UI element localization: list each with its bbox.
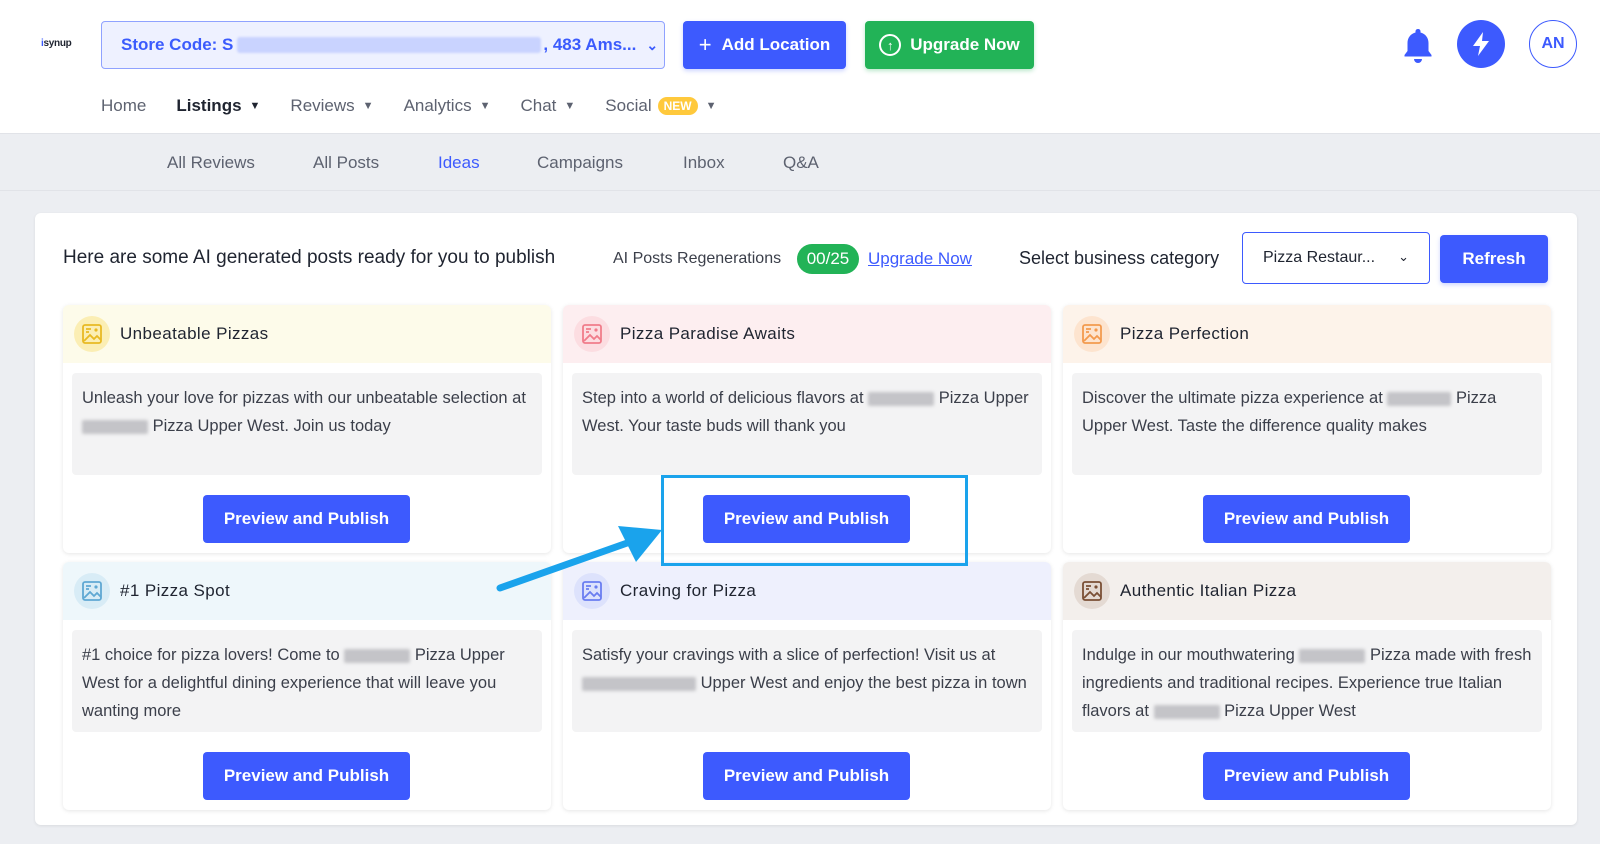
- redacted-business-name: [868, 391, 935, 406]
- image-post-icon: [74, 316, 110, 352]
- card-text-part: #1 choice for pizza lovers! Come to: [82, 646, 345, 664]
- chevron-down-icon: ▼: [362, 100, 374, 112]
- card-body-text: Satisfy your cravings with a slice of pe…: [572, 630, 1042, 732]
- card-text-part: Upper West and enjoy the best pizza in t…: [696, 674, 1027, 692]
- tab-campaigns[interactable]: Campaigns: [537, 153, 623, 173]
- image-post-icon: [574, 316, 610, 352]
- add-location-button[interactable]: + Add Location: [683, 21, 846, 69]
- redacted-business-name: [582, 676, 696, 691]
- regen-count-badge: 00/25: [797, 244, 859, 274]
- preview-and-publish-button[interactable]: Preview and Publish: [1203, 752, 1410, 800]
- redacted-business-name: [1387, 391, 1452, 406]
- upgrade-now-link[interactable]: Upgrade Now: [868, 249, 972, 269]
- tab-ideas[interactable]: Ideas: [438, 153, 480, 173]
- redacted-business-name: [82, 419, 148, 434]
- preview-and-publish-button[interactable]: Preview and Publish: [703, 752, 910, 800]
- card-body-text: Step into a world of delicious flavors a…: [572, 373, 1042, 475]
- post-idea-card: Pizza Perfection Discover the ultimate pi…: [1063, 305, 1551, 553]
- nav-chat[interactable]: Chat ▼: [520, 96, 575, 116]
- regen-label: AI Posts Regenerations: [613, 250, 782, 267]
- post-idea-card: #1 Pizza Spot #1 choice for pizza lovers!…: [63, 562, 551, 810]
- image-post-icon: [74, 573, 110, 609]
- tab-all-reviews[interactable]: All Reviews: [167, 153, 255, 173]
- preview-and-publish-button[interactable]: Preview and Publish: [203, 752, 410, 800]
- redacted-business-name: [1299, 648, 1366, 663]
- post-idea-card: Authentic Italian Pizza Indulge in our mo…: [1063, 562, 1551, 810]
- image-post-icon: [1074, 573, 1110, 609]
- post-idea-card: Unbeatable Pizzas Unleash your love for p…: [63, 305, 551, 553]
- tab-all-posts[interactable]: All Posts: [313, 153, 379, 173]
- card-header: Unbeatable Pizzas: [63, 305, 551, 363]
- synup-logo[interactable]: isynup: [41, 38, 72, 49]
- chevron-down-icon: ▼: [705, 100, 717, 112]
- card-text-part: Satisfy your cravings with a slice of pe…: [582, 646, 996, 664]
- main-nav: Home Listings ▼ Reviews ▼ Analytics ▼ Chat ▼…: [101, 94, 747, 118]
- card-text-part: Pizza Upper West: [1219, 702, 1356, 720]
- refresh-button[interactable]: Refresh: [1440, 235, 1548, 283]
- tab-inbox[interactable]: Inbox: [683, 153, 725, 173]
- chevron-down-icon: ▼: [249, 100, 261, 112]
- chevron-down-icon: ▼: [564, 100, 576, 112]
- card-body-text: Discover the ultimate pizza experience a…: [1072, 373, 1542, 475]
- card-header: Pizza Perfection: [1063, 305, 1551, 363]
- tab-qa[interactable]: Q&A: [783, 153, 819, 173]
- card-title: Pizza Perfection: [1120, 324, 1250, 343]
- nav-listings[interactable]: Listings ▼: [176, 96, 260, 116]
- card-text-part: Unleash your love for pizzas with our un…: [82, 389, 526, 407]
- card-title: Authentic Italian Pizza: [1120, 581, 1297, 600]
- nav-reviews[interactable]: Reviews ▼: [290, 96, 373, 116]
- card-title: Unbeatable Pizzas: [120, 324, 269, 343]
- chevron-down-icon: ⌄: [1398, 249, 1409, 264]
- top-header: isynup Store Code: S , 483 Ams... ⌄ + Ad…: [0, 0, 1600, 133]
- card-text-part: Pizza Upper West. Join us today: [148, 417, 391, 435]
- card-body-text: Unleash your love for pizzas with our un…: [72, 373, 542, 475]
- panel-heading: Here are some AI generated posts ready f…: [63, 247, 556, 268]
- preview-and-publish-button[interactable]: Preview and Publish: [1203, 495, 1410, 543]
- card-header: Authentic Italian Pizza: [1063, 562, 1551, 620]
- highlight-box: [661, 475, 968, 566]
- redacted-business-name: [344, 648, 411, 663]
- card-title: Pizza Paradise Awaits: [620, 324, 796, 343]
- new-badge: NEW: [657, 97, 698, 115]
- preview-and-publish-button[interactable]: Preview and Publish: [203, 495, 410, 543]
- redacted-store-name: [237, 37, 542, 53]
- card-text-part: Indulge in our mouthwatering: [1082, 646, 1300, 664]
- store-code-prefix: Store Code: S: [121, 35, 234, 54]
- user-avatar[interactable]: AN: [1529, 20, 1577, 68]
- nav-social[interactable]: Social NEW ▼: [605, 96, 717, 116]
- card-title: #1 Pizza Spot: [120, 581, 231, 600]
- card-text-part: Step into a world of delicious flavors a…: [582, 389, 869, 407]
- nav-home[interactable]: Home: [101, 96, 146, 116]
- upgrade-now-button[interactable]: ↑ Upgrade Now: [865, 21, 1034, 69]
- business-category-select[interactable]: Pizza Restaur... ⌄: [1242, 232, 1430, 284]
- card-header: Pizza Paradise Awaits: [563, 305, 1051, 363]
- sub-nav: All Reviews All Posts Ideas Campaigns In…: [0, 133, 1600, 191]
- card-text-part: Discover the ultimate pizza experience a…: [1082, 389, 1388, 407]
- chevron-down-icon: ▼: [479, 100, 491, 112]
- nav-analytics[interactable]: Analytics ▼: [404, 96, 491, 116]
- plus-icon: +: [698, 32, 712, 57]
- bell-icon[interactable]: [1400, 26, 1436, 66]
- store-code-suffix: , 483 Ams...: [543, 35, 637, 54]
- store-code-select[interactable]: Store Code: S , 483 Ams... ⌄: [101, 21, 665, 69]
- chevron-down-icon: ⌄: [646, 36, 659, 53]
- lightning-icon[interactable]: [1457, 20, 1505, 68]
- arrow-up-circle-icon: ↑: [879, 34, 902, 56]
- card-header: #1 Pizza Spot: [63, 562, 551, 620]
- card-body-text: #1 choice for pizza lovers! Come to Pizz…: [72, 630, 542, 732]
- annotation-arrow-icon: [496, 526, 662, 592]
- image-post-icon: [1074, 316, 1110, 352]
- category-label: Select business category: [1019, 248, 1220, 268]
- card-body-text: Indulge in our mouthwatering Pizza made …: [1072, 630, 1542, 732]
- redacted-business-name: [1153, 704, 1220, 719]
